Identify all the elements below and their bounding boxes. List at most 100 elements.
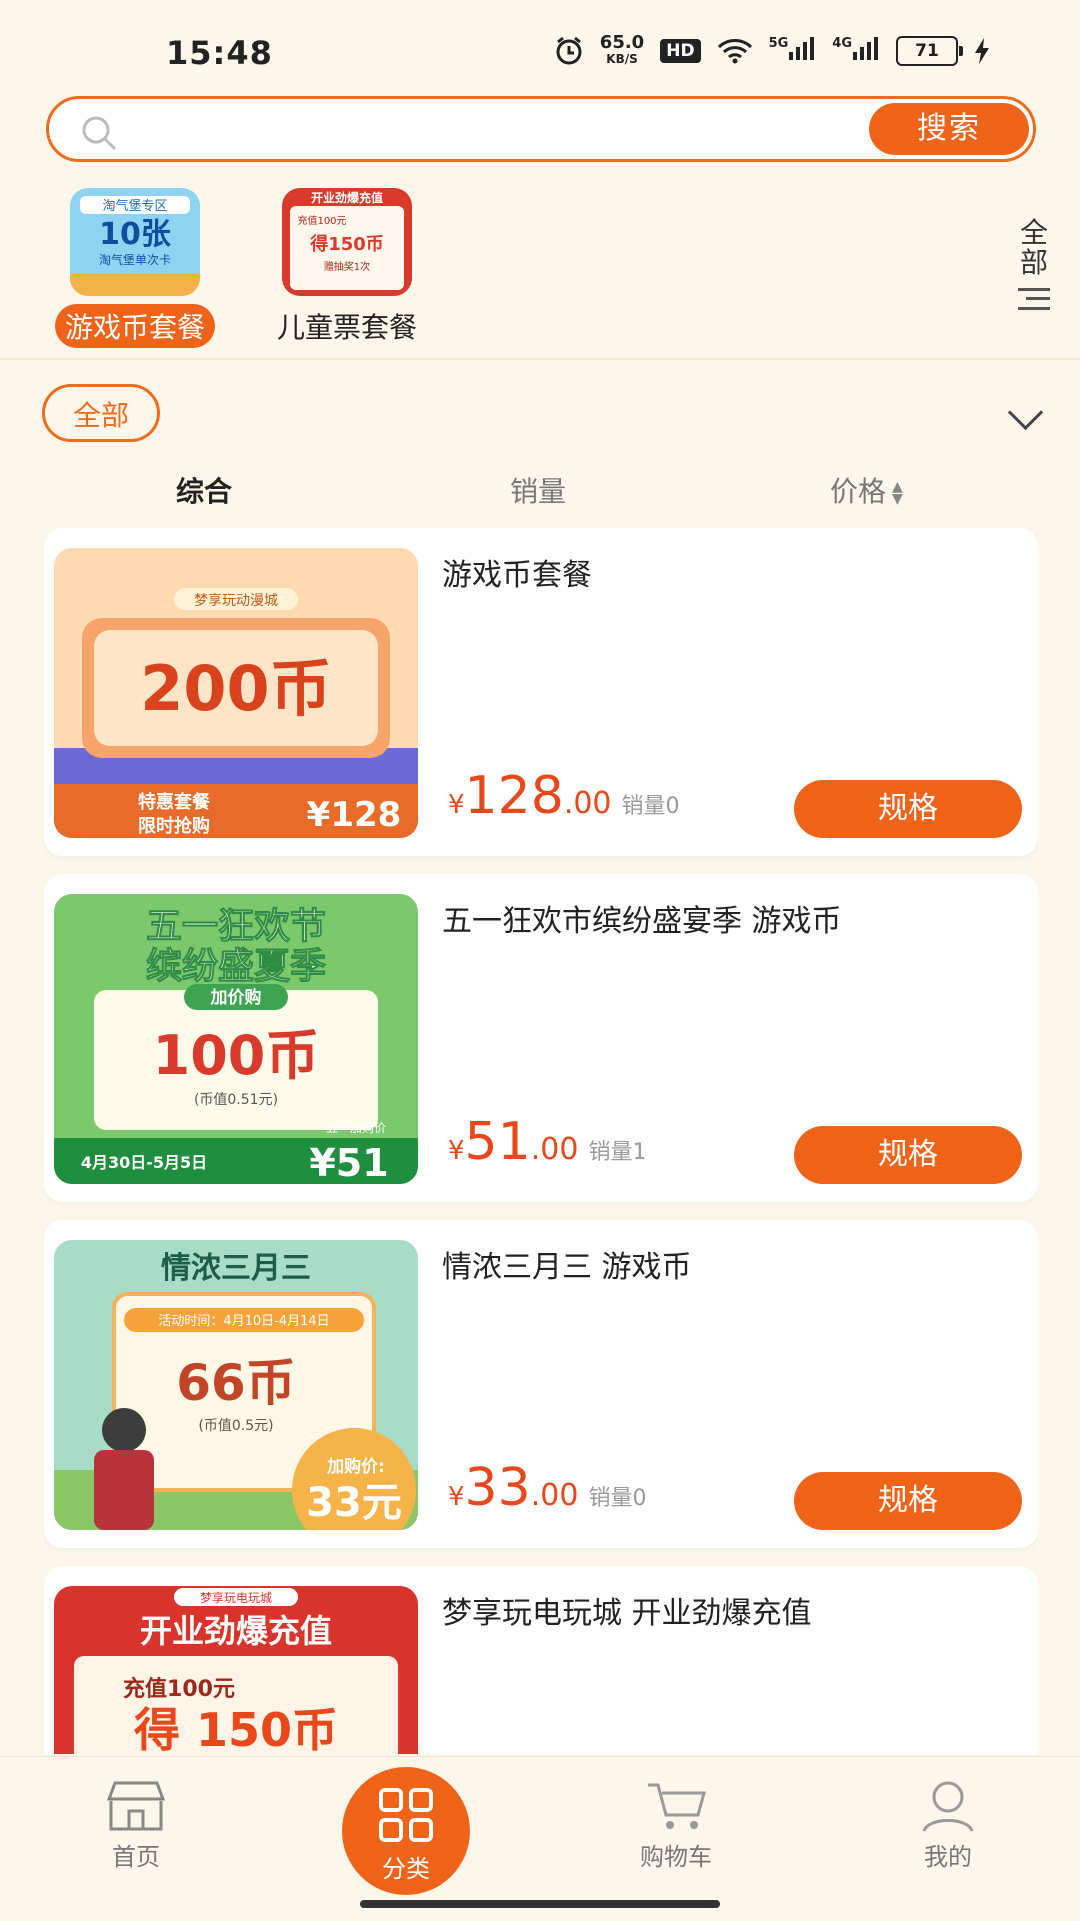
category-label: 游戏币套餐 xyxy=(54,304,215,348)
nav-cart[interactable]: 购物车 xyxy=(606,1779,746,1872)
svg-text:开业劲爆充值: 开业劲爆充值 xyxy=(140,1612,332,1650)
sort-bar: 综合 销量 价格 ▲ ▼ xyxy=(0,470,1080,510)
signal-4g-icon: 4G xyxy=(832,36,880,66)
store-icon xyxy=(106,1781,166,1831)
product-image: 情浓三月三 活动时间：4月10日-4月14日 66币 (币值0.5元) 加购价:… xyxy=(54,1240,418,1530)
category-thumbnail: 开业劲爆充值 充值100元 得150币 赠抽奖1次 xyxy=(282,188,412,296)
product-sales: 销量1 xyxy=(588,1140,647,1165)
spec-button[interactable]: 规格 xyxy=(794,1472,1022,1530)
svg-text:限时抢购: 限时抢购 xyxy=(138,815,210,837)
svg-text:200币: 200币 xyxy=(140,652,331,725)
svg-text:梦享玩动漫城: 梦享玩动漫城 xyxy=(194,592,278,609)
home-indicator[interactable] xyxy=(360,1900,720,1908)
svg-text:充值100元: 充值100元 xyxy=(123,1676,235,1702)
product-image: 梦享玩电玩城 开业劲爆充值 充值100元 得 150币 xyxy=(54,1586,418,1754)
svg-text:得 150币: 得 150币 xyxy=(134,1703,338,1754)
spec-button[interactable]: 规格 xyxy=(794,780,1022,838)
svg-text:4月30日-5月5日: 4月30日-5月5日 xyxy=(81,1153,207,1172)
product-title: 五一狂欢市缤纷盛宴季 游戏币 xyxy=(442,904,842,939)
net-speed: 65.0 KB/S xyxy=(599,32,645,67)
filter-all-chip[interactable]: 全部 xyxy=(42,384,160,442)
svg-text:缤纷盛夏季: 缤纷盛夏季 xyxy=(146,946,326,987)
product-price: ¥51.00 销量1 xyxy=(448,1112,647,1172)
status-time: 15:48 xyxy=(166,34,273,72)
all-categories-button[interactable]: 全部 xyxy=(1014,218,1054,310)
nav-home-label: 首页 xyxy=(112,1843,160,1871)
product-sales: 销量0 xyxy=(588,1486,647,1511)
svg-text:充值100元: 充值100元 xyxy=(297,214,346,227)
nav-category-label: 分类 xyxy=(382,1855,430,1883)
product-card[interactable]: 梦享玩电玩城 开业劲爆充值 充值100元 得 150币 梦享玩电玩城 开业劲爆充… xyxy=(44,1566,1038,1754)
charging-icon xyxy=(975,38,989,64)
svg-text:¥51: ¥51 xyxy=(309,1141,388,1184)
svg-text:100币: 100币 xyxy=(153,1024,320,1087)
sort-comprehensive[interactable]: 综合 xyxy=(176,470,232,510)
category-row: 淘气堡专区 10张 淘气堡单次卡 游戏币套餐 开业劲爆充值 充值100元 得15… xyxy=(40,188,442,348)
svg-text:五一加购价: 五一加购价 xyxy=(326,1120,386,1135)
menu-icon xyxy=(1018,288,1050,310)
search-icon xyxy=(82,116,117,151)
svg-text:赠抽奖1次: 赠抽奖1次 xyxy=(324,260,370,273)
cart-icon xyxy=(648,1783,706,1829)
product-title: 游戏币套餐 xyxy=(442,558,592,593)
svg-text:得150币: 得150币 xyxy=(309,233,384,255)
signal-5g-icon: 5G xyxy=(769,36,817,66)
product-price: ¥128.00 销量0 xyxy=(448,766,680,826)
product-image: 五一狂欢节 缤纷盛夏季 加价购 100币 (币值0.51元) 4月30日-5月5… xyxy=(54,894,418,1184)
divider xyxy=(0,358,1080,360)
product-card[interactable]: 梦享玩动漫城 200币 特惠套餐 限时抢购 ¥128 游戏币套餐 ¥128.00… xyxy=(44,528,1038,856)
product-card[interactable]: 情浓三月三 活动时间：4月10日-4月14日 66币 (币值0.5元) 加购价:… xyxy=(44,1220,1038,1548)
status-bar: 15:48 65.0 KB/S HD 5G 4G 71 xyxy=(0,0,1080,95)
chevron-down-icon[interactable] xyxy=(1007,394,1044,431)
user-icon xyxy=(922,1781,974,1832)
category-game-coins[interactable]: 淘气堡专区 10张 淘气堡单次卡 游戏币套餐 xyxy=(40,188,230,348)
svg-text:梦享玩电玩城: 梦享玩电玩城 xyxy=(200,1590,272,1605)
svg-text:(币值0.5元): (币值0.5元) xyxy=(198,1418,273,1434)
svg-text:33元: 33元 xyxy=(306,1480,402,1526)
svg-text:淘气堡单次卡: 淘气堡单次卡 xyxy=(99,252,171,267)
product-title: 情浓三月三 游戏币 xyxy=(442,1250,692,1285)
svg-text:加价购: 加价购 xyxy=(210,987,262,1008)
svg-text:淘气堡专区: 淘气堡专区 xyxy=(102,198,167,214)
product-list: 梦享玩动漫城 200币 特惠套餐 限时抢购 ¥128 游戏币套餐 ¥128.00… xyxy=(44,528,1038,1754)
all-categories-label: 全部 xyxy=(1019,216,1048,279)
sort-sales[interactable]: 销量 xyxy=(510,470,566,510)
category-label: 儿童票套餐 xyxy=(276,311,417,344)
category-thumbnail: 淘气堡专区 10张 淘气堡单次卡 xyxy=(70,188,200,296)
svg-text:开业劲爆充值: 开业劲爆充值 xyxy=(311,190,383,205)
svg-text:加购价:: 加购价: xyxy=(326,1456,385,1477)
product-sales: 销量0 xyxy=(621,794,680,819)
nav-category[interactable]: 分类 xyxy=(342,1767,470,1895)
battery-icon: 71 xyxy=(896,36,963,66)
svg-text:五一狂欢节: 五一狂欢节 xyxy=(146,906,326,947)
hd-badge: HD xyxy=(660,39,701,63)
svg-text:活动时间：4月10日-4月14日: 活动时间：4月10日-4月14日 xyxy=(158,1314,329,1329)
nav-me-label: 我的 xyxy=(924,1843,972,1871)
svg-text:66币: 66币 xyxy=(176,1354,296,1412)
bottom-nav: 首页 分类 购物车 我的 xyxy=(0,1756,1080,1921)
svg-text:(币值0.51元): (币值0.51元) xyxy=(194,1092,278,1108)
nav-home[interactable]: 首页 xyxy=(66,1779,206,1872)
alarm-icon xyxy=(556,36,582,65)
sort-price[interactable]: 价格 ▲ ▼ xyxy=(830,470,903,510)
search-button[interactable]: 搜索 xyxy=(869,103,1029,155)
svg-text:特惠套餐: 特惠套餐 xyxy=(138,791,211,813)
search-input[interactable] xyxy=(139,107,903,153)
nav-cart-label: 购物车 xyxy=(640,1843,712,1871)
svg-text:10张: 10张 xyxy=(99,217,171,252)
grid-icon xyxy=(379,1788,433,1842)
status-icons: 65.0 KB/S HD 5G 4G 71 xyxy=(554,34,990,68)
svg-text:¥128: ¥128 xyxy=(307,795,402,835)
nav-me[interactable]: 我的 xyxy=(878,1779,1018,1872)
spec-button[interactable]: 规格 xyxy=(794,1126,1022,1184)
category-kids-ticket[interactable]: 开业劲爆充值 充值100元 得150币 赠抽奖1次 儿童票套餐 xyxy=(252,188,442,348)
svg-text:情浓三月三: 情浓三月三 xyxy=(161,1251,311,1286)
search-bar[interactable]: 搜索 xyxy=(46,96,1036,162)
product-image: 梦享玩动漫城 200币 特惠套餐 限时抢购 ¥128 xyxy=(54,548,418,838)
sort-arrows-icon: ▲ ▼ xyxy=(892,479,903,507)
sort-price-label: 价格 xyxy=(830,475,887,508)
product-price: ¥33.00 销量0 xyxy=(448,1458,647,1518)
wifi-icon xyxy=(717,39,752,64)
product-card[interactable]: 五一狂欢节 缤纷盛夏季 加价购 100币 (币值0.51元) 4月30日-5月5… xyxy=(44,874,1038,1202)
product-title: 梦享玩电玩城 开业劲爆充值 xyxy=(442,1596,812,1631)
